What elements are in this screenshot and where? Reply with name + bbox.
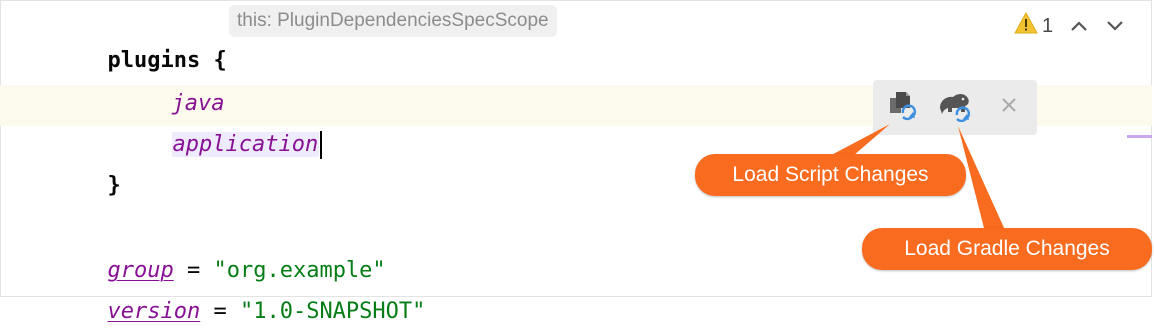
load-script-changes-icon <box>884 88 918 126</box>
version-value: "1.0-SNAPSHOT" <box>239 299 426 324</box>
load-gradle-callout: Load Gradle Changes <box>862 228 1152 270</box>
load-gradle-changes-button[interactable] <box>937 89 973 125</box>
application-plugin: application <box>171 132 320 157</box>
inspection-widget: 1 <box>1014 10 1125 42</box>
version-identifier: version <box>107 299 201 324</box>
chevron-up-icon[interactable] <box>1069 16 1089 36</box>
scrollbar-marker <box>1127 135 1152 138</box>
warning-indicator[interactable]: 1 <box>1014 11 1054 40</box>
chevron-down-icon[interactable] <box>1105 16 1125 36</box>
code-line-close-brace[interactable]: } <box>81 126 121 198</box>
code-line-java[interactable]: java <box>145 44 225 116</box>
load-script-changes-button[interactable] <box>883 89 919 125</box>
warning-triangle-icon <box>1014 11 1038 40</box>
code-line-application[interactable]: application <box>145 85 323 159</box>
inlay-type-hint[interactable]: this: PluginDependenciesSpecScope <box>229 5 557 37</box>
close-toolbar-button[interactable] <box>991 89 1027 125</box>
warning-count: 1 <box>1042 14 1054 37</box>
code-line-version[interactable]: version = "1.0-SNAPSHOT" <box>81 252 426 324</box>
load-changes-toolbar <box>873 80 1037 135</box>
gradle-elephant-refresh-icon <box>937 88 973 126</box>
version-equals: = <box>200 299 240 324</box>
close-brace: } <box>107 173 121 198</box>
load-script-callout: Load Script Changes <box>695 154 966 196</box>
code-line-plugins[interactable]: plugins { <box>81 1 227 73</box>
code-line-group[interactable]: group = "org.example" <box>81 211 386 283</box>
close-icon <box>1000 96 1018 118</box>
text-caret <box>320 131 323 159</box>
